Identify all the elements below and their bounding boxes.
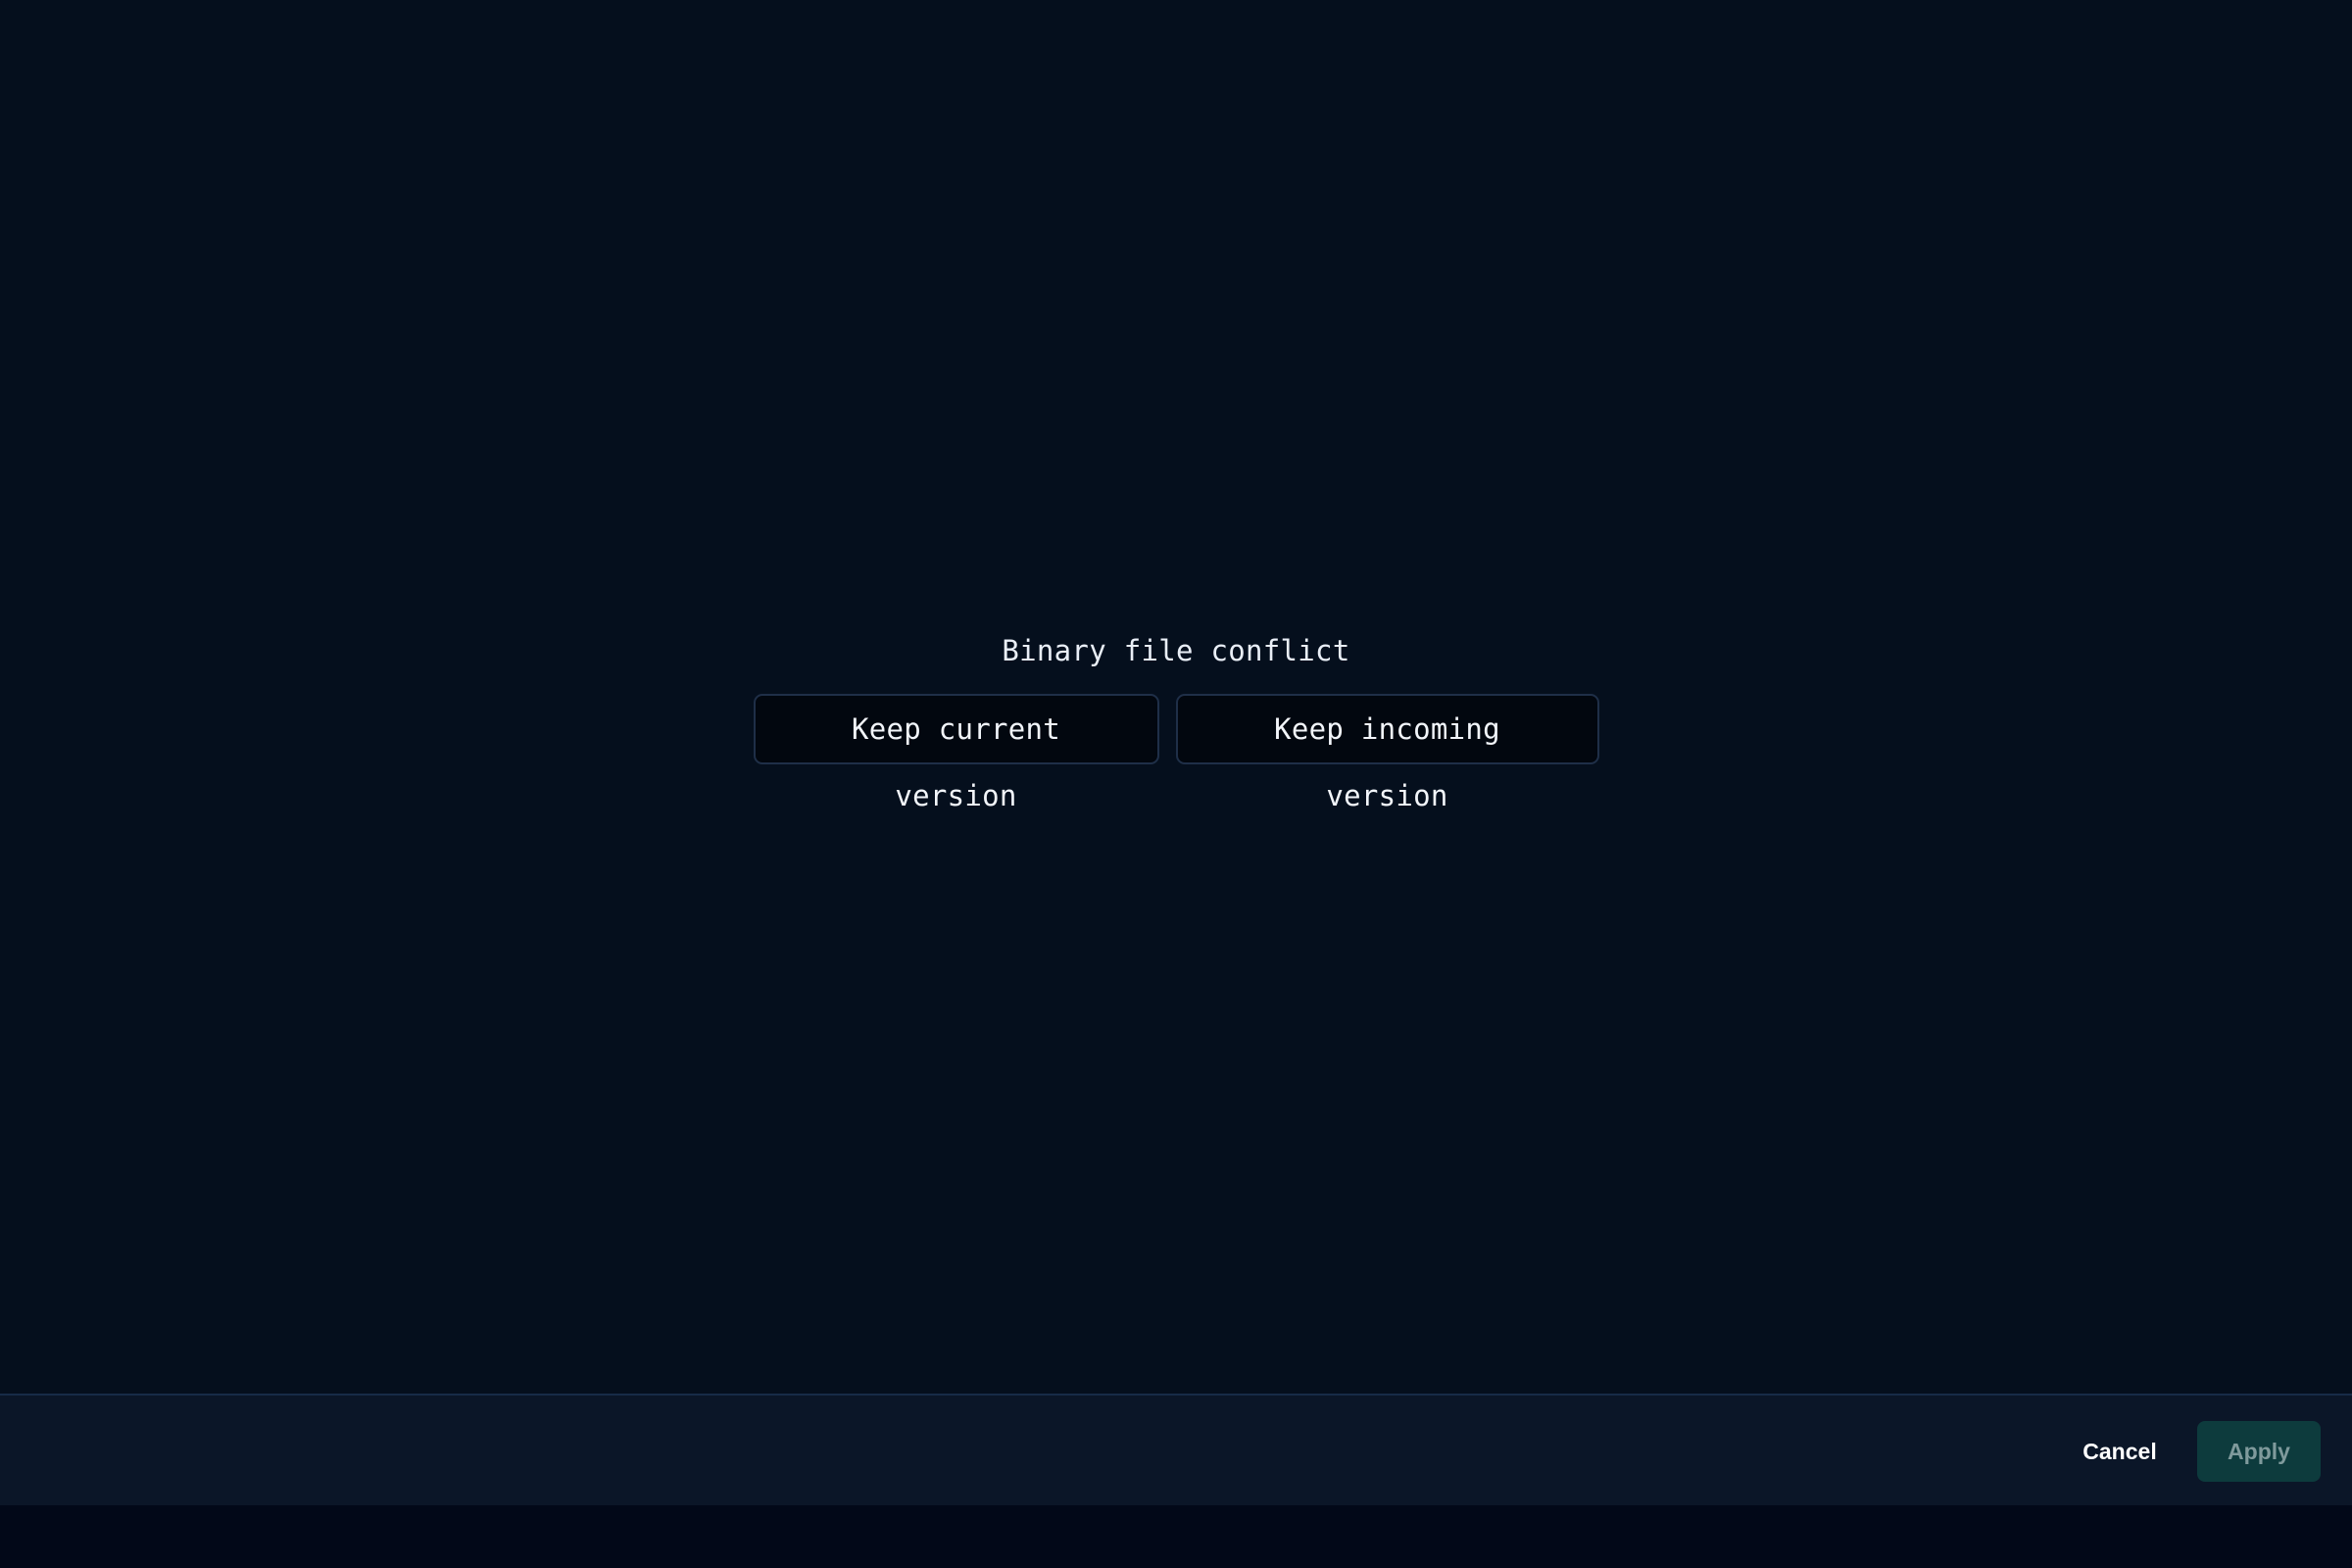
resolution-options: Keep current version Keep incoming versi… [753, 694, 1599, 812]
keep-incoming-version-button[interactable]: Keep incoming version [1175, 694, 1599, 812]
merge-conflict-window: Binary file conflict Keep current versio… [0, 0, 2352, 1568]
cancel-button[interactable]: Cancel [2058, 1421, 2181, 1482]
conflict-editor-area: Binary file conflict Keep current versio… [0, 0, 2352, 1394]
binary-conflict-panel: Binary file conflict Keep current versio… [0, 627, 2352, 812]
keep-current-version-button[interactable]: Keep current version [753, 694, 1159, 812]
apply-button[interactable]: Apply [2197, 1421, 2321, 1482]
conflict-title: Binary file conflict [1002, 634, 1350, 667]
bottom-strip [0, 1505, 2352, 1568]
action-footer: Cancel Apply [0, 1394, 2352, 1505]
